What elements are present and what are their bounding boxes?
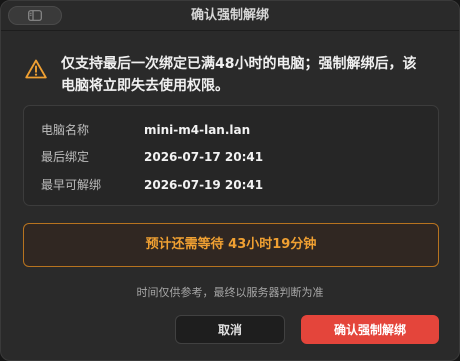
info-label: 电脑名称: [41, 123, 90, 137]
last-bind-value: 2026-07-17 20:41: [144, 150, 264, 164]
info-row-computer-name: 电脑名称 mini-m4-lan.lan: [41, 121, 250, 139]
title-bar: 确认强制解绑: [1, 1, 459, 31]
warning-text: 仅支持最后一次绑定已满48小时的电脑；强制解绑后，该电脑将立即失去使用权限。: [61, 56, 417, 94]
earliest-unbind-value: 2026-07-19 20:41: [144, 178, 264, 192]
info-row-earliest-unbind: 最早可解绑 2026-07-19 20:41: [41, 176, 263, 194]
warning-message: 仅支持最后一次绑定已满48小时的电脑；强制解绑后，该电脑将立即失去使用权限。: [25, 53, 445, 97]
cancel-button[interactable]: 取消: [175, 315, 285, 344]
hint-text: 时间仅供参考，最终以服务器判断为准: [136, 286, 324, 299]
info-row-last-bind: 最后绑定 2026-07-17 20:41: [41, 148, 263, 166]
dialog-window: 确认强制解绑 仅支持最后一次绑定已满48小时的电脑；强制解绑后，该电脑将立即失去…: [0, 0, 460, 361]
info-label: 最早可解绑: [41, 178, 102, 192]
computer-info-panel: 电脑名称 mini-m4-lan.lan 最后绑定 2026-07-17 20:41…: [23, 105, 439, 206]
confirm-unbind-button[interactable]: 确认强制解绑: [301, 315, 439, 344]
wait-time-banner: 预计还需等待 43小时19分钟: [23, 223, 439, 267]
info-label: 最后绑定: [41, 150, 90, 164]
warning-triangle-icon: [25, 59, 47, 79]
computer-name-value: mini-m4-lan.lan: [144, 123, 251, 137]
window-title: 确认强制解绑: [190, 8, 269, 23]
